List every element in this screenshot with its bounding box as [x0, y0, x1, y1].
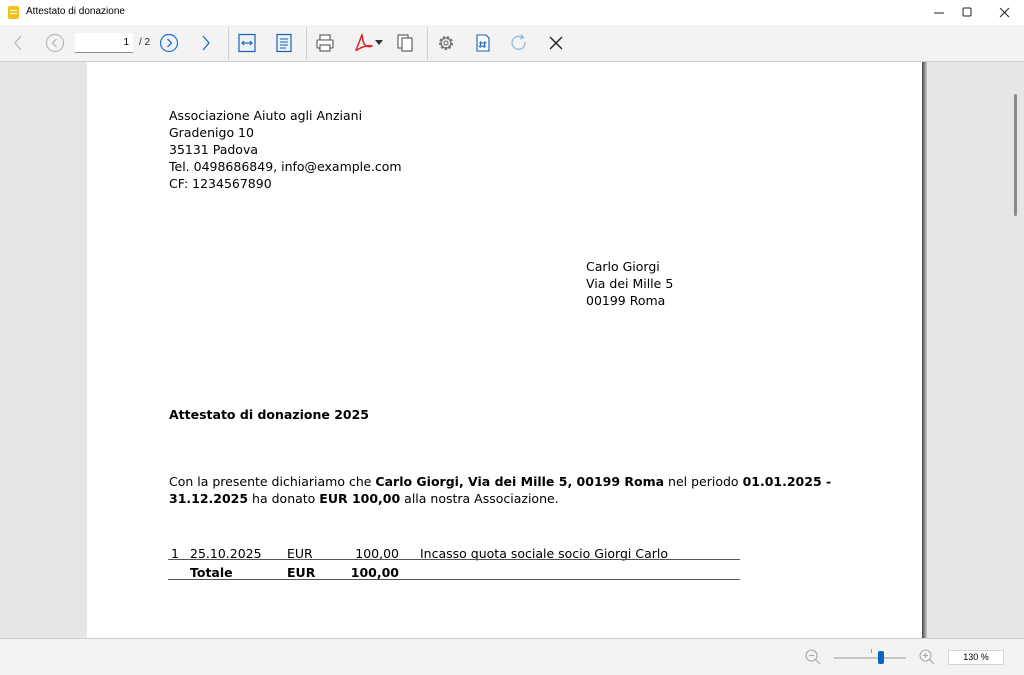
- back-button[interactable]: [8, 30, 28, 56]
- page-number-input[interactable]: [75, 33, 133, 53]
- previous-page-button[interactable]: [44, 30, 66, 56]
- copy-icon: [397, 34, 413, 52]
- recipient-address: Carlo Giorgi Via dei Mille 5 00199 Roma: [586, 258, 673, 309]
- zoom-level-field[interactable]: 130 %: [948, 650, 1004, 665]
- maximize-icon: [962, 7, 971, 17]
- body-part-1: Con la presente dichiariamo che: [169, 474, 376, 489]
- document-page: Associazione Aiuto agli Anziani Gradenig…: [87, 62, 922, 638]
- page-number-icon: [476, 34, 490, 52]
- recipient-street: Via dei Mille 5: [586, 276, 674, 291]
- recipient-name: Carlo Giorgi: [586, 259, 660, 274]
- zoom-in-icon: [919, 649, 935, 665]
- sender-street: Gradenigo 10: [169, 125, 254, 140]
- close-icon: [549, 36, 563, 50]
- pdf-export-button[interactable]: [350, 30, 386, 56]
- copy-button[interactable]: [393, 30, 417, 56]
- previous-page-icon: [45, 33, 65, 53]
- title-bar: Attestato di donazione: [0, 0, 1024, 25]
- zoom-out-button[interactable]: [804, 648, 822, 666]
- status-bar: 130 %: [0, 638, 1024, 675]
- refresh-icon: [511, 34, 526, 50]
- page-edge-shadow: [922, 62, 927, 638]
- declaration-text: Con la presente dichiariamo che Carlo Gi…: [169, 473, 834, 507]
- next-page-button[interactable]: [158, 30, 180, 56]
- recipient-city: 00199 Roma: [586, 293, 666, 308]
- sender-tax-code: CF: 1234567890: [169, 176, 272, 191]
- print-icon: [316, 34, 334, 52]
- close-button[interactable]: [544, 30, 568, 56]
- sender-address: Associazione Aiuto agli Anziani Gradenig…: [169, 107, 402, 192]
- forward-button[interactable]: [196, 30, 216, 56]
- zoom-slider[interactable]: [834, 657, 906, 659]
- fit-page-icon: [276, 33, 292, 53]
- document-viewport[interactable]: Associazione Aiuto agli Anziani Gradenig…: [0, 62, 1024, 638]
- table-row: 1 25.10.2025 EUR 100,00 Incasso quota so…: [168, 544, 740, 563]
- back-icon: [14, 35, 22, 51]
- sender-contact: Tel. 0498686849, info@example.com: [169, 159, 402, 174]
- settings-icon: [439, 36, 453, 50]
- page-number-button[interactable]: [471, 30, 495, 56]
- chevron-down-icon: [375, 40, 383, 45]
- zoom-slider-thumb[interactable]: [877, 651, 884, 664]
- vertical-scrollbar[interactable]: [1014, 94, 1017, 216]
- donations-table: 1 25.10.2025 EUR 100,00 Incasso quota so…: [168, 544, 740, 582]
- table-divider: [168, 579, 740, 580]
- maximize-button[interactable]: [950, 0, 984, 25]
- print-button[interactable]: [313, 30, 337, 56]
- refresh-button[interactable]: [507, 30, 531, 56]
- close-window-icon: [999, 7, 1009, 18]
- sender-name: Associazione Aiuto agli Anziani: [169, 108, 363, 123]
- forward-icon: [202, 35, 210, 51]
- toolbar-separator: [228, 27, 229, 60]
- body-part-4: alla nostra Associazione.: [400, 491, 559, 506]
- zoom-slider-tick: [871, 649, 872, 653]
- next-page-icon: [159, 33, 179, 53]
- body-part-2: nel periodo: [664, 474, 743, 489]
- sender-city: 35131 Padova: [169, 142, 259, 157]
- fit-width-button[interactable]: [235, 30, 259, 56]
- zoom-out-icon: [805, 649, 821, 665]
- toolbar-separator: [306, 27, 307, 60]
- document-title: Attestato di donazione 2025: [169, 407, 369, 422]
- settings-button[interactable]: [434, 30, 458, 56]
- pdf-export-icon: [354, 33, 374, 51]
- toolbar: / 2: [0, 25, 1024, 62]
- minimize-icon: [933, 12, 944, 14]
- window-title: Attestato di donazione: [26, 6, 125, 17]
- table-divider: [168, 559, 740, 560]
- zoom-in-button[interactable]: [918, 648, 936, 666]
- app-icon: [8, 6, 19, 19]
- page-total-label: / 2: [139, 37, 151, 48]
- fit-width-icon: [238, 33, 256, 53]
- body-part-3: ha donato: [248, 491, 320, 506]
- fit-page-button[interactable]: [272, 30, 296, 56]
- donor-details: Carlo Giorgi, Via dei Mille 5, 00199 Rom…: [375, 474, 665, 489]
- close-window-button[interactable]: [987, 0, 1021, 25]
- toolbar-separator: [427, 27, 428, 60]
- donation-amount: EUR 100,00: [319, 491, 401, 506]
